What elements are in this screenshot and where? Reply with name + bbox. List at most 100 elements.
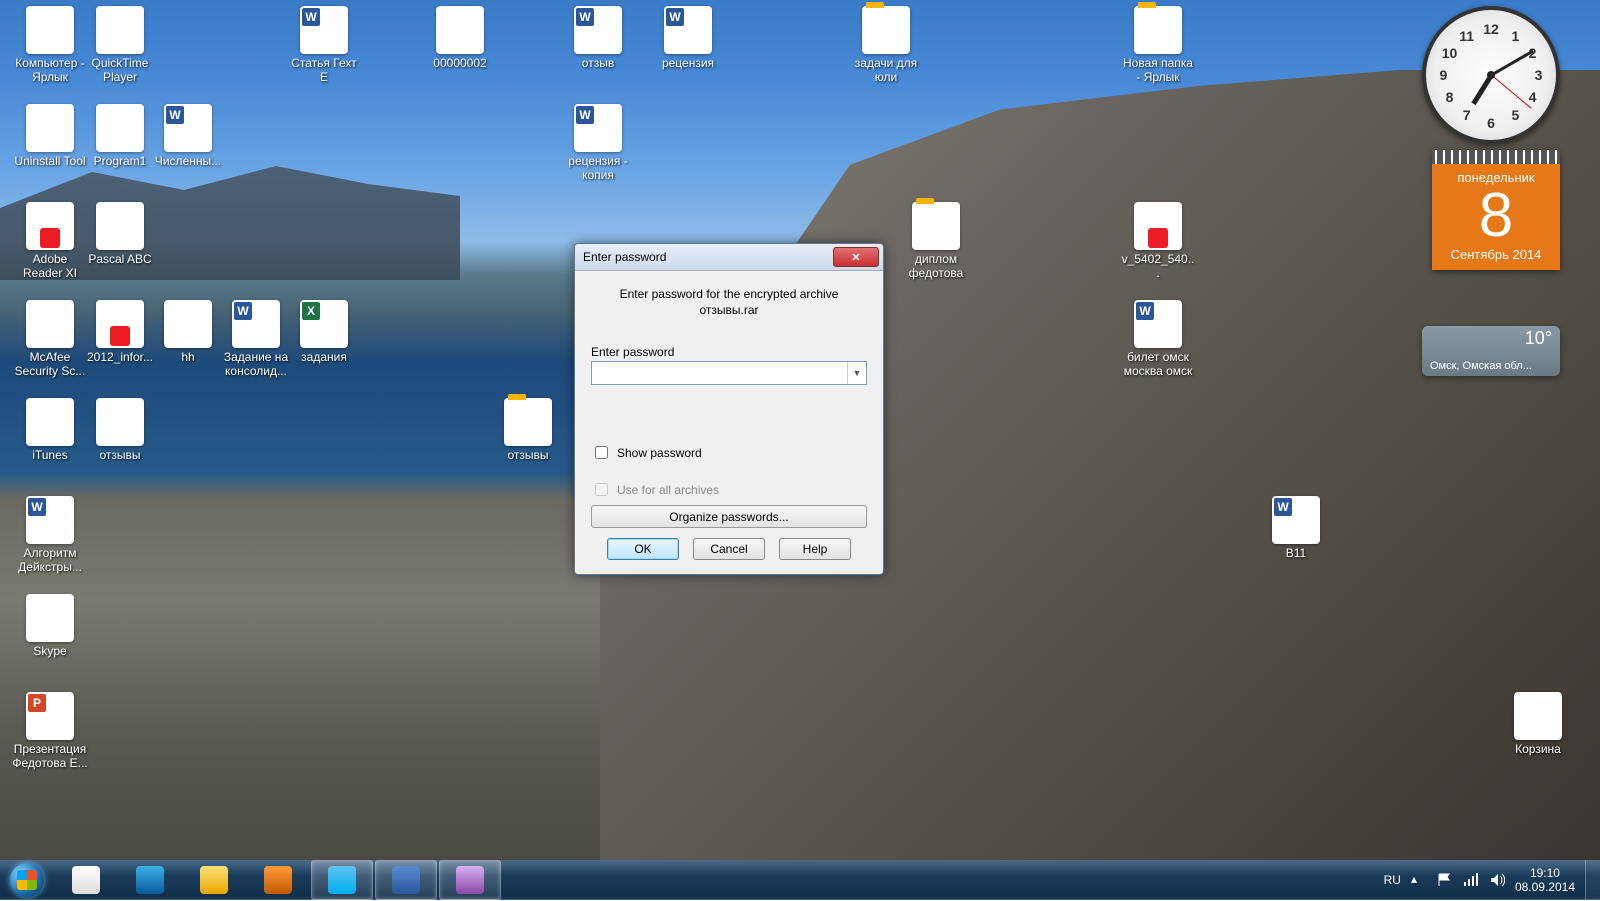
desktop-icon-skype[interactable]: Skype xyxy=(12,594,88,658)
use-all-row: Use for all archives xyxy=(591,480,867,499)
weather-gadget[interactable]: 10° Омск, Омская обл... xyxy=(1422,326,1560,376)
desktop-icon-диплом-федотова[interactable]: диплом федотова xyxy=(898,202,974,280)
file-icon xyxy=(96,6,144,54)
icon-label: диплом федотова xyxy=(898,252,974,280)
language-indicator[interactable]: RU xyxy=(1384,873,1401,887)
desktop-icon-алгоритм-дейкстры...[interactable]: Алгоритм Дейкстры... xyxy=(12,496,88,574)
file-icon xyxy=(164,300,212,348)
icon-label: iTunes xyxy=(12,448,88,462)
file-icon xyxy=(96,202,144,250)
calendar-gadget[interactable]: понедельник 8 Сентябрь 2014 xyxy=(1432,150,1560,270)
desktop-icon-численны...[interactable]: Численны... xyxy=(150,104,226,168)
desktop-icon-pascal-abc[interactable]: Pascal ABC xyxy=(82,202,158,266)
clock-3: 3 xyxy=(1535,67,1543,83)
use-all-checkbox xyxy=(595,483,608,496)
ok-button[interactable]: OK xyxy=(607,538,679,560)
icon-label: Новая папка - Ярлык xyxy=(1120,56,1196,84)
clock-9: 9 xyxy=(1440,67,1448,83)
desktop-icon-презентация-федотова-е...[interactable]: Презентация Федотова Е... xyxy=(12,692,88,770)
desktop-icon-задание-на-консолид...[interactable]: Задание на консолид... xyxy=(218,300,294,378)
taskbar-skype[interactable] xyxy=(311,860,373,900)
desktop-icon-uninstall-tool[interactable]: Uninstall Tool xyxy=(12,104,88,168)
desktop-icon-quicktime-player[interactable]: QuickTime Player xyxy=(82,6,158,84)
wmplayer-icon xyxy=(264,866,292,894)
weather-location: Омск, Омская обл... xyxy=(1430,360,1552,372)
network-icon[interactable] xyxy=(1463,872,1479,888)
desktop-icon-00000002[interactable]: 00000002 xyxy=(422,6,498,70)
password-dropdown-icon[interactable]: ▼ xyxy=(847,362,866,384)
desktop-icon-adobe-reader-xi[interactable]: Adobe Reader XI xyxy=(12,202,88,280)
desktop-icon-program1[interactable]: Program1 xyxy=(82,104,158,168)
file-icon xyxy=(232,300,280,348)
desktop-icon-задания[interactable]: задания xyxy=(286,300,362,364)
desktop-icon-новая-папка---ярлык[interactable]: Новая папка - Ярлык xyxy=(1120,6,1196,84)
show-desktop-button[interactable] xyxy=(1585,860,1600,900)
desktop-icon-задачи-для-юли[interactable]: задачи для юли xyxy=(848,6,924,84)
icon-label: 2012_infor... xyxy=(82,350,158,364)
clock-tray[interactable]: 19:10 08.09.2014 xyxy=(1515,866,1575,894)
desktop-icon-отзыв[interactable]: отзыв xyxy=(560,6,636,70)
icon-label: Program1 xyxy=(82,154,158,168)
taskbar-word[interactable] xyxy=(375,860,437,900)
chrome-icon xyxy=(72,866,100,894)
calendar-month: Сентябрь 2014 xyxy=(1432,247,1560,270)
desktop-icon-билет-омск-москва-омск[interactable]: билет омск москва омск xyxy=(1120,300,1196,378)
desktop-icon-рецензия[interactable]: рецензия xyxy=(650,6,726,70)
desktop-icon-v_5402_540...[interactable]: v_5402_540... xyxy=(1120,202,1196,280)
close-button[interactable]: ✕ xyxy=(833,247,879,267)
taskbar-wmplayer[interactable] xyxy=(247,860,309,900)
taskbar-chrome[interactable] xyxy=(55,860,117,900)
file-icon xyxy=(26,594,74,642)
close-icon: ✕ xyxy=(851,251,860,264)
icon-label: отзывы xyxy=(82,448,158,462)
icon-label: отзывы xyxy=(490,448,566,462)
file-icon xyxy=(26,692,74,740)
icon-label: QuickTime Player xyxy=(82,56,158,84)
clock-7: 7 xyxy=(1463,107,1471,123)
file-icon xyxy=(1134,202,1182,250)
windows-orb-icon xyxy=(10,863,44,897)
clock-gadget[interactable]: 12 1 2 3 4 5 6 7 8 9 10 11 xyxy=(1422,6,1560,144)
weather-temp: 10° xyxy=(1525,328,1552,349)
help-button[interactable]: Help xyxy=(779,538,851,560)
file-icon xyxy=(912,202,960,250)
file-icon xyxy=(504,398,552,446)
desktop[interactable]: Компьютер - ЯрлыкQuickTime Player Статья … xyxy=(0,0,1600,860)
cancel-button[interactable]: Cancel xyxy=(693,538,765,560)
file-icon xyxy=(26,6,74,54)
desktop-icon-отзывы[interactable]: отзывы xyxy=(490,398,566,462)
volume-icon[interactable] xyxy=(1489,872,1505,888)
password-field-row: ▼ xyxy=(591,361,867,385)
icon-label: 00000002 xyxy=(422,56,498,70)
clock-8: 8 xyxy=(1446,89,1454,105)
tray-up-icon[interactable]: ▴ xyxy=(1411,872,1427,888)
desktop-icon-корзина[interactable]: Корзина xyxy=(1500,692,1576,756)
taskbar-winrar[interactable] xyxy=(439,860,501,900)
system-tray: RU ▴ 19:10 08.09.2014 xyxy=(1384,866,1585,894)
desktop-icon-компьютер---ярлык[interactable]: Компьютер - Ярлык xyxy=(12,6,88,84)
taskbar-ie[interactable] xyxy=(119,860,181,900)
show-password-row[interactable]: Show password xyxy=(591,443,867,462)
desktop-icon-в11[interactable]: В11 xyxy=(1258,496,1334,560)
password-input[interactable] xyxy=(592,362,847,384)
file-icon xyxy=(26,398,74,446)
organize-passwords-button[interactable]: Organize passwords... xyxy=(591,505,867,528)
show-password-checkbox[interactable] xyxy=(595,446,608,459)
icon-label: Задание на консолид... xyxy=(218,350,294,378)
desktop-icon-рецензия---копия[interactable]: рецензия - копия xyxy=(560,104,636,182)
dialog-titlebar[interactable]: Enter password ✕ xyxy=(575,244,883,271)
desktop-icon-itunes[interactable]: iTunes xyxy=(12,398,88,462)
calendar-day: 8 xyxy=(1432,185,1560,247)
start-button[interactable] xyxy=(0,860,54,900)
desktop-icon-mcafee-security-sc...[interactable]: McAfee Security Sc... xyxy=(12,300,88,378)
file-icon xyxy=(436,6,484,54)
desktop-icon-hh[interactable]: hh xyxy=(150,300,226,364)
explorer-icon xyxy=(200,866,228,894)
taskbar-explorer[interactable] xyxy=(183,860,245,900)
desktop-icon-статья-гехт-е[interactable]: Статья Гехт Е xyxy=(286,6,362,84)
desktop-icon-2012_infor...[interactable]: 2012_infor... xyxy=(82,300,158,364)
icon-label: Презентация Федотова Е... xyxy=(12,742,88,770)
flag-icon[interactable] xyxy=(1437,872,1453,888)
desktop-icon-отзывы[interactable]: отзывы xyxy=(82,398,158,462)
icon-label: Алгоритм Дейкстры... xyxy=(12,546,88,574)
